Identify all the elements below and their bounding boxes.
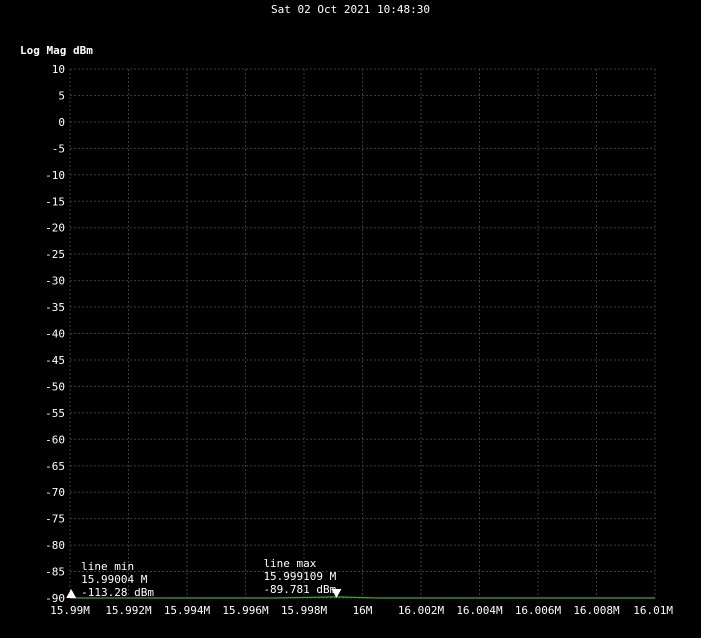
y-tick-label: -70 xyxy=(45,486,65,499)
y-tick-label: -55 xyxy=(45,407,65,420)
marker-level: -113.28 dBm xyxy=(81,586,154,599)
y-tick-label: -35 xyxy=(45,301,65,314)
marker-frequency: 15.999109 M xyxy=(263,570,336,583)
spectrum-chart: 10 5 0 -5 -10 -15 -20 -25 -30 -35 -40 -45 -50 -55 -60 -… xyxy=(45,63,673,617)
y-tick-label: -85 xyxy=(45,566,65,579)
marker-name: line min xyxy=(81,560,134,573)
y-tick-label: -80 xyxy=(45,539,65,552)
y-tick-label: -5 xyxy=(52,142,65,155)
y-tick-label: -60 xyxy=(45,433,65,446)
y-tick-label: -75 xyxy=(45,513,65,526)
y-tick-label: -40 xyxy=(45,328,65,341)
x-tick-label: 16.01M xyxy=(633,604,673,617)
y-tick-label: -30 xyxy=(45,275,65,288)
x-tick-label: 15.992M xyxy=(105,604,152,617)
marker-triangle-icon xyxy=(66,589,77,598)
x-tick-label: 16M xyxy=(353,604,373,617)
y-tick-label: -65 xyxy=(45,460,65,473)
y-tick-label: -15 xyxy=(45,195,65,208)
x-tick-label: 15.996M xyxy=(222,604,269,617)
x-tick-label: 16.004M xyxy=(456,604,503,617)
x-tick-label: 16.002M xyxy=(398,604,445,617)
x-tick-label: 15.994M xyxy=(164,604,211,617)
y-tick-label: 0 xyxy=(58,116,65,129)
x-tick-label: 16.006M xyxy=(515,604,562,617)
marker-frequency: 15.99004 M xyxy=(81,573,148,586)
marker-level: -89.781 dBm xyxy=(263,583,336,596)
x-tick-label: 16.008M xyxy=(573,604,620,617)
y-tick-label: -10 xyxy=(45,169,65,182)
trace-line xyxy=(70,596,655,599)
x-tick-label: 15.99M xyxy=(50,604,90,617)
y-tick-label: -20 xyxy=(45,222,65,235)
y-tick-label: -45 xyxy=(45,354,65,367)
y-tick-label: -50 xyxy=(45,380,65,393)
marker-name: line max xyxy=(263,557,316,570)
y-tick-label: -25 xyxy=(45,248,65,261)
y-tick-label: 10 xyxy=(52,63,65,76)
y-tick-label: 5 xyxy=(58,89,65,102)
x-tick-label: 15.998M xyxy=(281,604,328,617)
